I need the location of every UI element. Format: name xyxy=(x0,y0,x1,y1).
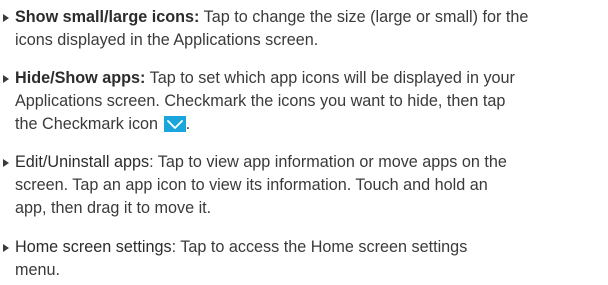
item-first-line: Home screen settings: Tap to access the … xyxy=(0,236,600,259)
item-first-line: Edit/Uninstall apps: Tap to view app inf… xyxy=(0,151,600,174)
item-first-line: Show small/large icons: Tap to change th… xyxy=(0,6,600,29)
list-item-home-screen-settings: Home screen settings: Tap to access the … xyxy=(0,236,600,282)
list-item-edit-uninstall-apps: Edit/Uninstall apps: Tap to view app inf… xyxy=(0,151,600,220)
item-text-line: Applications screen. Checkmark the icons… xyxy=(15,92,506,110)
item-term: Home screen settings xyxy=(15,238,172,256)
item-text-line: menu. xyxy=(15,261,60,279)
item-text: : Tap to access the Home screen settings xyxy=(171,238,468,256)
item-text: Tap to set which app icons will be displ… xyxy=(145,69,515,87)
item-text-line: screen. Tap an app icon to view its info… xyxy=(15,176,488,194)
item-text: : Tap to view app information or move ap… xyxy=(149,153,507,171)
item-term: Show small/large icons: xyxy=(15,8,200,26)
list-item-show-small-large-icons: Show small/large icons: Tap to change th… xyxy=(0,6,600,52)
item-text-line: icons displayed in the Applications scre… xyxy=(15,31,319,49)
list-item-hide-show-apps: Hide/Show apps: Tap to set which app ico… xyxy=(0,67,600,136)
item-text: the Checkmark icon xyxy=(15,115,159,133)
checkmark-icon xyxy=(163,116,186,132)
item-term: Edit/Uninstall apps xyxy=(15,153,150,171)
item-first-line: Hide/Show apps: Tap to set which app ico… xyxy=(0,67,600,90)
item-text-line: the Checkmark icon . xyxy=(0,113,600,136)
item-term: Hide/Show apps: xyxy=(15,69,146,87)
item-text-line: app, then drag it to move it. xyxy=(15,199,212,217)
item-text: Tap to change the size (large or small) … xyxy=(199,8,529,26)
item-text: . xyxy=(185,115,191,133)
